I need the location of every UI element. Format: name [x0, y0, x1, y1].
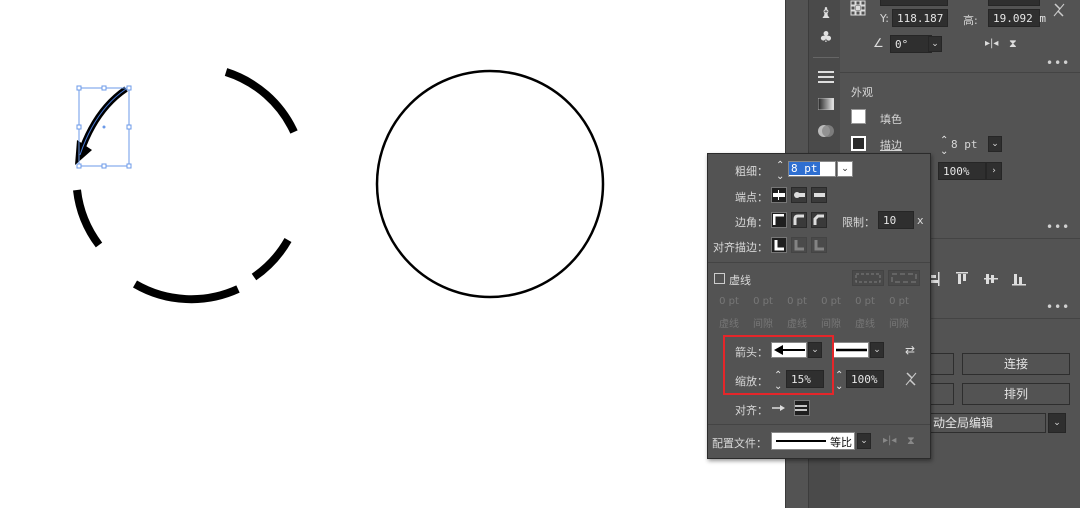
weight-label: 粗细： — [735, 165, 768, 178]
gap-3-label: 间隙 — [889, 319, 909, 330]
x-field-top[interactable] — [880, 0, 948, 6]
angle-dropdown[interactable]: ⌄ — [928, 36, 942, 52]
highlight-annotation-box — [723, 335, 834, 395]
stroke-label[interactable]: 描边 — [880, 137, 902, 153]
profile-value: 等比 — [830, 436, 852, 449]
connect-button[interactable]: 连接 — [962, 353, 1070, 375]
limit-label: 限制： — [842, 216, 875, 229]
fill-label: 填色 — [880, 113, 902, 126]
weight-dropdown[interactable]: ⌄ — [837, 161, 853, 177]
gap-2-label: 间隙 — [821, 319, 841, 330]
end-arrowhead-select[interactable] — [833, 342, 869, 358]
miter-join-icon[interactable] — [771, 212, 787, 228]
dash-2-value[interactable]: 0 pt — [782, 296, 812, 307]
link-scale-icon[interactable] — [904, 371, 918, 390]
swap-arrowheads-icon[interactable]: ⇄ — [905, 343, 915, 357]
artboard-canvas[interactable] — [0, 0, 785, 508]
align-center-icon[interactable] — [771, 237, 787, 253]
constrain-link-icon[interactable] — [1052, 2, 1066, 21]
opacity-expand[interactable]: › — [986, 162, 1002, 180]
projecting-cap-icon[interactable] — [811, 187, 827, 203]
symbol-club-icon[interactable]: ♣ — [816, 28, 836, 46]
y-label: Y: — [880, 12, 889, 25]
dash-3-value[interactable]: 0 pt — [850, 296, 880, 307]
end-arrowhead-dropdown[interactable]: ⌄ — [870, 342, 884, 358]
end-scale-spinner[interactable]: ⌃ ⌄ — [835, 370, 843, 392]
profile-dropdown[interactable]: ⌄ — [857, 433, 871, 449]
gap-1-label: 间隙 — [753, 319, 773, 330]
more-options-icon[interactable]: ••• — [1046, 300, 1070, 314]
butt-cap-icon[interactable] — [771, 187, 787, 203]
stroke-options-popup: 粗细： ⌃ ⌄ 8 pt ⌄ 端点： 边角： 限制： 10 x 对齐描边： 虚线 … — [707, 153, 931, 459]
more-options-icon[interactable]: ••• — [1046, 56, 1070, 70]
end-scale-field[interactable]: 100% — [846, 370, 884, 388]
dash-2-label: 虚线 — [787, 319, 807, 330]
reference-point-icon[interactable] — [850, 0, 866, 16]
stroke-lines-icon[interactable] — [816, 68, 836, 86]
dash-preserve-icon[interactable] — [852, 270, 884, 286]
gradient-icon[interactable] — [816, 95, 836, 113]
angle-field[interactable]: 0° — [890, 35, 932, 53]
symbol-spade-icon[interactable]: ♝ — [816, 4, 836, 22]
y-field[interactable]: 118.187 — [892, 9, 948, 27]
place-arrow-tip-icon[interactable] — [794, 400, 810, 416]
gap-3-value[interactable]: 0 pt — [884, 296, 914, 307]
angle-icon: ∠ — [873, 36, 884, 50]
corner-label: 边角： — [735, 216, 768, 229]
cap-label: 端点： — [735, 191, 768, 204]
dash-segment — [132, 280, 240, 304]
opacity-field[interactable]: 100% — [938, 162, 986, 180]
flip-horizontal-icon[interactable]: ▸|◂ — [985, 38, 998, 49]
gap-2-value[interactable]: 0 pt — [816, 296, 846, 307]
more-options-icon[interactable]: ••• — [1046, 220, 1070, 234]
fill-swatch[interactable] — [851, 109, 866, 124]
align-outside-icon[interactable] — [811, 237, 827, 253]
round-cap-icon[interactable] — [791, 187, 807, 203]
limit-field[interactable]: 10 — [878, 211, 914, 229]
dashed-line-checkbox[interactable] — [714, 273, 725, 284]
dash-segment — [224, 68, 298, 134]
extend-arrow-tip-icon[interactable] — [771, 400, 787, 416]
align-arrow-label: 对齐： — [735, 404, 768, 417]
h-label: 高: — [963, 14, 978, 27]
appearance-title: 外观 — [851, 86, 873, 99]
stroke-weight-spinner[interactable]: ⌃ ⌄ — [940, 135, 948, 157]
align-icons-row — [928, 272, 1058, 291]
arrow-path — [77, 86, 128, 156]
dash-1-label: 虚线 — [719, 319, 739, 330]
align-stroke-label: 对齐描边： — [713, 241, 768, 254]
h-field[interactable]: 19.092 m — [988, 9, 1046, 27]
flip-vertical-icon[interactable]: ⧗ — [1009, 37, 1017, 51]
round-join-icon[interactable] — [791, 212, 807, 228]
flip-profile-horizontal-icon[interactable]: ▸|◂ — [883, 435, 896, 446]
global-edit-button[interactable]: 动全局编辑 — [928, 413, 1046, 433]
artwork[interactable] — [0, 0, 785, 508]
transparency-icon[interactable] — [816, 122, 836, 140]
align-inside-icon[interactable] — [791, 237, 807, 253]
stroke-weight-dropdown[interactable]: ⌄ — [988, 136, 1002, 152]
weight-value: 8 pt — [789, 162, 820, 175]
stroke-swatch[interactable] — [851, 136, 866, 151]
left-button-partial[interactable] — [928, 353, 954, 375]
stroke-weight-value[interactable]: 8 pt — [951, 138, 978, 151]
dashed-line-label: 虚线 — [729, 274, 751, 287]
global-edit-dropdown[interactable]: ⌄ — [1048, 413, 1066, 433]
dash-3-label: 虚线 — [855, 319, 875, 330]
flip-profile-vertical-icon[interactable]: ⧗ — [907, 434, 915, 448]
weight-spinner[interactable]: ⌃ ⌄ — [776, 160, 784, 182]
limit-unit: x — [917, 214, 924, 227]
dash-align-icon[interactable] — [888, 270, 920, 286]
arrange-button[interactable]: 排列 — [962, 383, 1070, 405]
left-button-partial-2[interactable] — [928, 383, 954, 405]
gap-1-value[interactable]: 0 pt — [748, 296, 778, 307]
w-field-top[interactable] — [988, 0, 1040, 6]
bevel-join-icon[interactable] — [811, 212, 827, 228]
profile-label: 配置文件： — [712, 437, 767, 450]
dash-1-value[interactable]: 0 pt — [714, 296, 744, 307]
weight-input[interactable]: 8 pt — [788, 161, 836, 177]
dash-segment — [251, 237, 292, 281]
profile-select[interactable]: 等比 — [771, 432, 855, 450]
solid-circle[interactable] — [375, 69, 605, 299]
dash-segment — [73, 189, 103, 248]
